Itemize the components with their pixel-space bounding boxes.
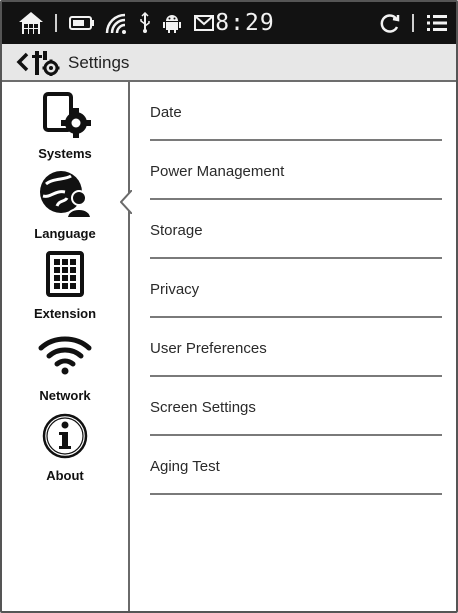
list-item-power-management[interactable]: Power Management [150,141,442,200]
clock: 8:29 [215,10,275,36]
settings-list: Date Power Management Storage Privacy Us… [132,82,456,611]
sidebar-item-label: Network [39,388,91,403]
sidebar-item-label: Language [34,226,96,241]
sidebar-item-network[interactable]: Network [2,330,128,406]
page-title: Settings [68,53,130,72]
sidebar-item-about[interactable]: About [2,410,128,486]
sidebar-item-label: Systems [38,146,92,161]
list-item-label: Aging Test [150,458,220,475]
status-bar: 8:29 [2,2,456,44]
list-item-label: Date [150,104,182,121]
sidebar-item-label: Extension [33,306,97,321]
list-item-label: Power Management [150,163,285,180]
list-item-label: Privacy [150,281,200,298]
list-item-label: Screen Settings [150,399,256,416]
sidebar-item-label: About [46,468,84,483]
sync-icon[interactable] [378,2,402,44]
title-bar: Settings [2,44,456,82]
wifi-signal-icon [103,2,129,44]
status-separator [55,14,57,32]
tablet-gear-icon [2,92,128,140]
wifi-icon [2,334,128,380]
back-chevron-icon[interactable] [14,52,34,74]
list-item-label: Storage [150,222,203,239]
list-item-storage[interactable]: Storage [150,200,442,259]
status-separator [412,14,414,32]
battery-icon [68,2,96,44]
list-item-date[interactable]: Date [150,82,442,141]
list-item-screen-settings[interactable]: Screen Settings [150,377,442,436]
device-screen: 8:29 Settings Systems Language Extension… [0,0,458,613]
keypad-icon [2,250,128,300]
settings-tools-icon [32,50,62,76]
info-icon [2,412,128,462]
globe-user-icon [2,168,128,220]
category-sidebar: Systems Language Extension Network About [2,82,133,611]
usb-icon [137,2,153,44]
home-icon[interactable] [16,2,46,44]
notification-icon [193,2,215,44]
sidebar-item-language[interactable]: Language [2,168,128,244]
menu-list-icon[interactable] [424,2,450,44]
android-debug-icon [162,2,182,44]
list-item-label: User Preferences [150,340,267,357]
list-item-aging-test[interactable]: Aging Test [150,436,442,495]
list-item-user-preferences[interactable]: User Preferences [150,318,442,377]
sidebar-item-systems[interactable]: Systems [2,88,128,164]
sidebar-item-extension[interactable]: Extension [2,248,128,324]
list-item-privacy[interactable]: Privacy [150,259,442,318]
